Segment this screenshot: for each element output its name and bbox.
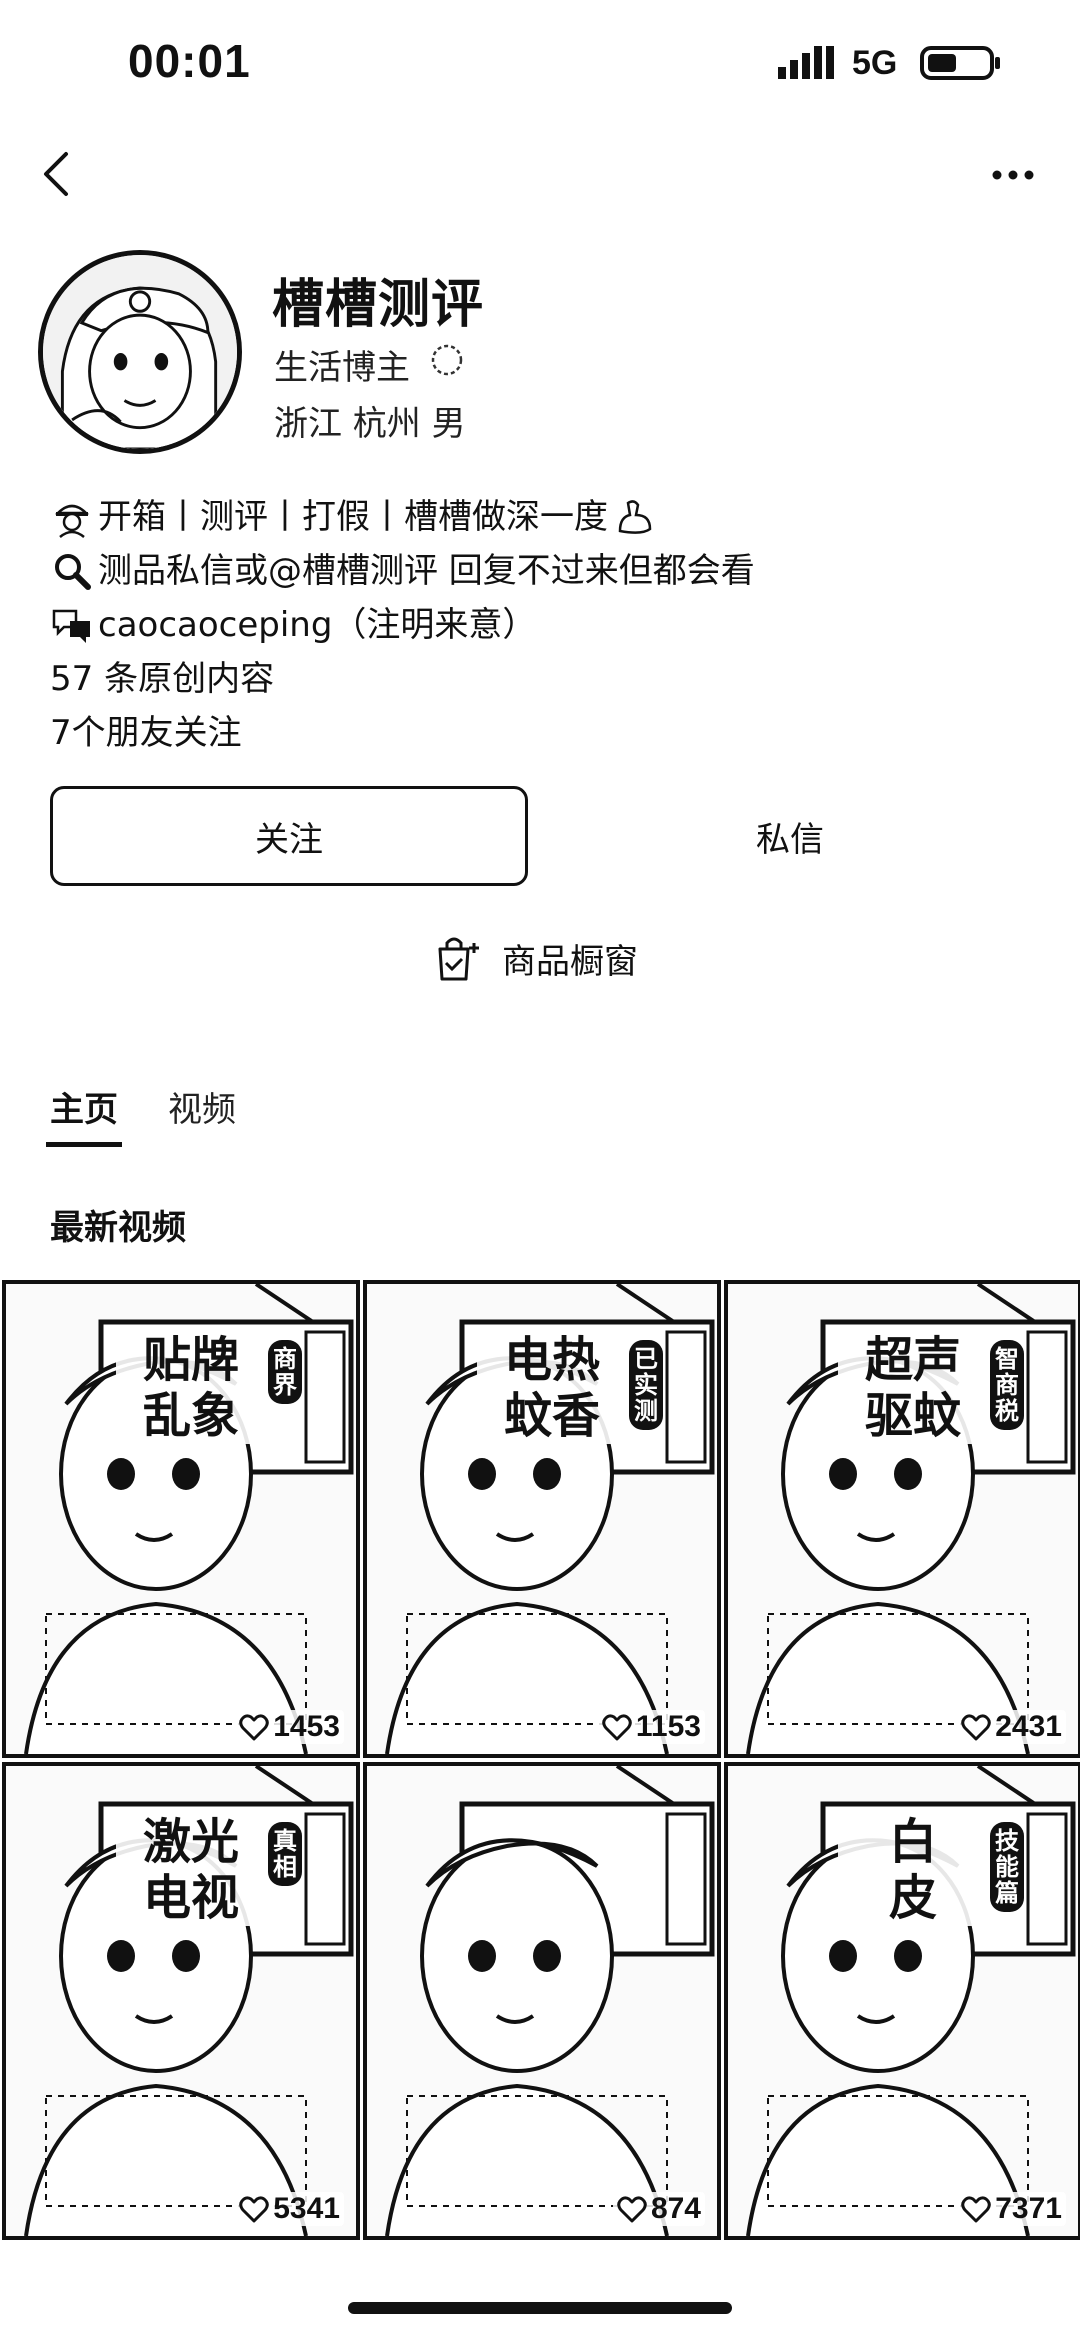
video-title-line: 激光 xyxy=(142,1814,239,1870)
video-card[interactable]: 白皮技能篇 7371 xyxy=(724,1762,1080,2240)
profile-location: 浙江 杭州 男 xyxy=(274,404,466,444)
video-title-overlay: 贴牌 乱象 xyxy=(116,1332,266,1444)
video-like-count: 1153 xyxy=(597,1710,705,1744)
profile-role: 生活博主 xyxy=(274,348,410,388)
video-title-line: 白 xyxy=(888,1814,937,1870)
like-count-value: 5341 xyxy=(273,2192,340,2225)
video-title-line: 超声 xyxy=(864,1332,961,1388)
detective-emoji-icon xyxy=(54,504,90,538)
video-card[interactable]: 超声 驱蚊 智商税 2431 xyxy=(724,1280,1080,1758)
video-title-overlay: 电热 蚊香 xyxy=(477,1332,627,1444)
status-bar: 00:01 5G xyxy=(0,0,1080,130)
bio-line: 开箱丨测评丨打假丨槽槽做深一度 xyxy=(50,490,1050,544)
video-title-line: 电视 xyxy=(142,1870,239,1926)
video-like-count: 1453 xyxy=(235,1710,344,1744)
more-icon[interactable] xyxy=(990,160,1036,190)
bio-line: caocaoceping（注明来意） xyxy=(50,598,1050,652)
avatar[interactable] xyxy=(38,250,242,454)
video-title-overlay: 超声 驱蚊 xyxy=(838,1332,988,1444)
signal-icon xyxy=(778,46,834,79)
like-count-value: 1153 xyxy=(635,1710,701,1743)
bio-text-2: 测品私信或@槽槽测评 回复不过来但都会看 xyxy=(98,551,755,591)
heart-icon xyxy=(239,1714,270,1741)
tab-videos[interactable]: 视频 xyxy=(168,1082,236,1152)
video-grid: 贴牌 乱象 商界 1453 电热 蚊香 已实测 1153 超声 驱蚊 智商税 2431 激光 电视 真相 53… xyxy=(0,1280,1080,2242)
like-count-value: 1453 xyxy=(273,1710,340,1743)
tab-active-indicator xyxy=(46,1142,122,1147)
tab-videos-label: 视频 xyxy=(168,1090,236,1130)
bio: 开箱丨测评丨打假丨槽槽做深一度 测品私信或@槽槽测评 回复不过来但都会看 cao… xyxy=(50,490,1050,760)
flexed-biceps-icon xyxy=(618,500,652,534)
video-card[interactable]: 激光 电视 真相 5341 xyxy=(2,1762,360,2240)
video-card[interactable]: 874 xyxy=(363,1762,721,2240)
video-tag: 真相 xyxy=(268,1822,302,1886)
video-title-line: 电热 xyxy=(503,1332,600,1388)
back-icon[interactable] xyxy=(36,148,76,200)
profile-name: 槽槽测评 xyxy=(272,275,485,335)
bio-line: 测品私信或@槽槽测评 回复不过来但都会看 xyxy=(50,544,1050,598)
video-like-count: 2431 xyxy=(957,1710,1066,1744)
tab-home[interactable]: 主页 xyxy=(46,1082,122,1152)
heart-icon xyxy=(602,1714,632,1741)
video-title-line: 蚊香 xyxy=(503,1388,600,1444)
video-title-overlay: 激光 电视 xyxy=(116,1814,266,1926)
shop-window-label: 商品橱窗 xyxy=(502,941,638,982)
video-thumbnail xyxy=(367,1766,717,2236)
like-count-value: 2431 xyxy=(995,1710,1062,1743)
video-title-line: 贴牌 xyxy=(142,1332,239,1388)
heart-icon xyxy=(961,2196,992,2223)
magnifier-icon xyxy=(55,554,91,590)
like-count-value: 7371 xyxy=(995,2192,1062,2225)
heart-icon xyxy=(961,1714,992,1741)
status-time: 00:01 xyxy=(128,35,251,87)
video-title-line: 驱蚊 xyxy=(864,1388,961,1444)
home-indicator[interactable] xyxy=(348,2302,732,2314)
video-card[interactable]: 电热 蚊香 已实测 1153 xyxy=(363,1280,721,1758)
video-title-overlay: 白皮 xyxy=(838,1814,988,1926)
shopping-bag-icon xyxy=(438,937,479,981)
section-title: 最新视频 xyxy=(50,1208,186,1248)
chat-bubbles-icon xyxy=(52,609,90,643)
profile-tabs: 主页 视频 xyxy=(46,1082,286,1152)
follow-button[interactable]: 关注 xyxy=(50,786,528,886)
shop-window-link[interactable]: 商品橱窗 xyxy=(432,930,638,986)
heart-icon xyxy=(239,2196,270,2223)
avatar-illustration xyxy=(43,255,237,449)
video-title-line: 皮 xyxy=(888,1870,937,1926)
friends-following[interactable]: 7个朋友关注 xyxy=(50,706,1050,760)
network-label: 5G xyxy=(852,44,898,82)
verified-badge-icon xyxy=(431,344,463,376)
heart-icon xyxy=(617,2196,647,2223)
video-like-count: 7371 xyxy=(957,2192,1066,2226)
video-card[interactable]: 贴牌 乱象 商界 1453 xyxy=(2,1280,360,1758)
like-count-value: 874 xyxy=(650,2192,701,2225)
message-button[interactable]: 私信 xyxy=(600,786,980,886)
battery-icon xyxy=(920,46,1000,80)
bio-text-3: caocaoceping（注明来意） xyxy=(98,605,537,645)
video-like-count: 5341 xyxy=(235,2192,344,2226)
video-tag: 技能篇 xyxy=(990,1822,1024,1912)
bio-text-1: 开箱丨测评丨打假丨槽槽做深一度 xyxy=(98,497,608,537)
video-title-line: 乱象 xyxy=(142,1388,239,1444)
tab-home-label: 主页 xyxy=(50,1090,118,1130)
video-tag: 商界 xyxy=(268,1340,302,1404)
video-like-count: 874 xyxy=(612,2192,705,2226)
video-tag: 已实测 xyxy=(629,1340,663,1430)
video-tag: 智商税 xyxy=(990,1340,1024,1430)
original-content-count: 57 条原创内容 xyxy=(50,659,275,699)
